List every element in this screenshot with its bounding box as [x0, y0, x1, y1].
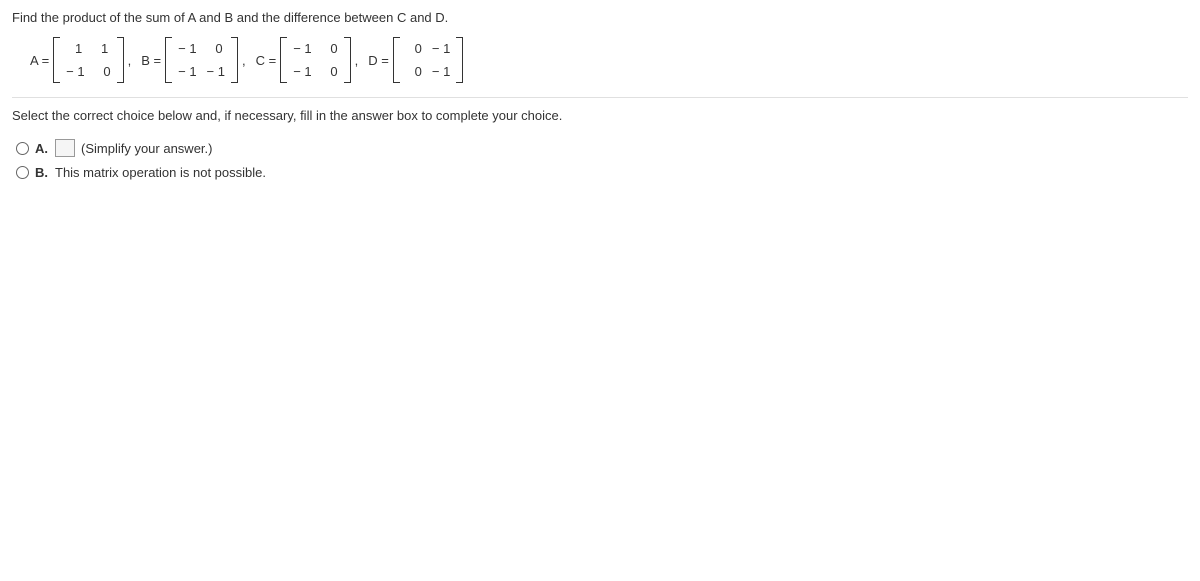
matrix-D-label: D =	[368, 53, 389, 68]
matrix-cell: 0	[322, 64, 338, 79]
matrix-cell: − 1	[178, 64, 196, 79]
matrix-cell: 1	[66, 41, 82, 56]
matrix-cell: − 1	[66, 64, 84, 79]
matrix-cell: 0	[406, 64, 422, 79]
choice-B[interactable]: B. This matrix operation is not possible…	[16, 165, 1188, 180]
choice-A[interactable]: A. (Simplify your answer.)	[16, 139, 1188, 157]
choice-A-label: A.	[35, 141, 49, 156]
matrices-row: A = 1 1 − 1 0 , B =	[30, 37, 1188, 83]
answer-input[interactable]	[55, 139, 75, 157]
matrix-A-label: A =	[30, 53, 49, 68]
matrix-A: A = 1 1 − 1 0	[30, 37, 124, 83]
matrix-C-label: C =	[256, 53, 277, 68]
choices: A. (Simplify your answer.) B. This matri…	[16, 139, 1188, 180]
matrix-C: C = − 1 0 − 1 0	[256, 37, 351, 83]
choice-B-label: B.	[35, 165, 49, 180]
separator: ,	[128, 53, 132, 68]
choice-A-text: (Simplify your answer.)	[81, 141, 212, 156]
matrix-cell: − 1	[432, 64, 450, 79]
matrix-D: D = 0 − 1 0 − 1	[368, 37, 463, 83]
matrix-cell: − 1	[293, 41, 311, 56]
separator: ,	[355, 53, 359, 68]
matrix-cell: − 1	[432, 41, 450, 56]
choice-B-text: This matrix operation is not possible.	[55, 165, 266, 180]
matrix-cell: 0	[406, 41, 422, 56]
matrix-B-label: B =	[141, 53, 161, 68]
separator: ,	[242, 53, 246, 68]
matrix-cell: − 1	[207, 64, 225, 79]
matrix-cell: − 1	[178, 41, 196, 56]
instruction-text: Select the correct choice below and, if …	[12, 108, 1188, 123]
radio-B[interactable]	[16, 166, 29, 179]
matrix-cell: 0	[322, 41, 338, 56]
radio-A[interactable]	[16, 142, 29, 155]
divider	[12, 97, 1188, 98]
matrix-cell: 0	[207, 41, 223, 56]
question-text: Find the product of the sum of A and B a…	[12, 10, 1188, 25]
matrix-B: B = − 1 0 − 1 − 1	[141, 37, 238, 83]
matrix-cell: − 1	[293, 64, 311, 79]
matrix-cell: 0	[95, 64, 111, 79]
matrix-cell: 1	[92, 41, 108, 56]
